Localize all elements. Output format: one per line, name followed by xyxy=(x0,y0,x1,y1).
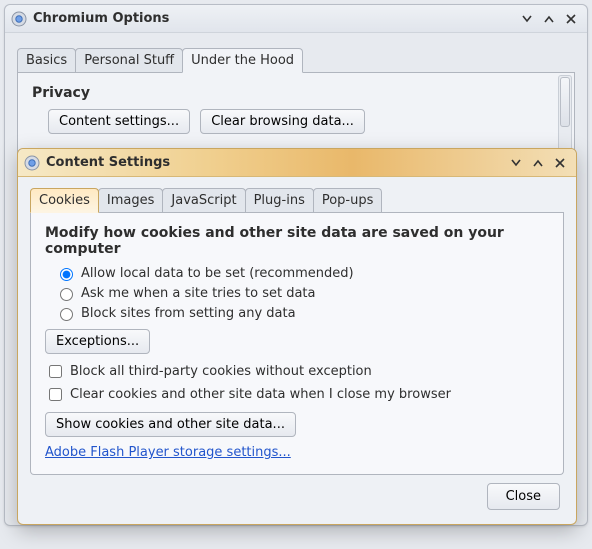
minimize-button[interactable] xyxy=(517,9,537,29)
chromium-icon xyxy=(11,11,27,27)
content-settings-tabbar: Cookies Images JavaScript Plug-ins Pop-u… xyxy=(30,187,564,213)
dialog-close-button[interactable] xyxy=(550,153,570,173)
radio-allow-local-data[interactable] xyxy=(60,268,73,281)
checkbox-block-third-party-label[interactable]: Block all third-party cookies without ex… xyxy=(70,364,372,379)
tab-images[interactable]: Images xyxy=(98,188,164,212)
maximize-button[interactable] xyxy=(539,9,559,29)
checkbox-clear-on-close[interactable] xyxy=(49,388,62,401)
checkbox-clear-on-close-label[interactable]: Clear cookies and other site data when I… xyxy=(70,387,451,402)
cookies-tab-content: Modify how cookies and other site data a… xyxy=(30,213,564,475)
content-settings-body: Cookies Images JavaScript Plug-ins Pop-u… xyxy=(18,177,576,524)
tab-under-the-hood[interactable]: Under the Hood xyxy=(182,48,303,73)
flash-storage-settings-link[interactable]: Adobe Flash Player storage settings... xyxy=(45,445,291,460)
radio-ask-me-label[interactable]: Ask me when a site tries to set data xyxy=(81,286,316,301)
dialog-close-action-button[interactable]: Close xyxy=(487,483,560,510)
radio-allow-local-data-label[interactable]: Allow local data to be set (recommended) xyxy=(81,266,354,281)
radio-block-sites-label[interactable]: Block sites from setting any data xyxy=(81,306,296,321)
tab-plugins[interactable]: Plug-ins xyxy=(245,188,314,212)
tab-cookies[interactable]: Cookies xyxy=(30,188,99,213)
dialog-footer: Close xyxy=(30,475,564,512)
chromium-options-titlebar: Chromium Options xyxy=(5,5,587,33)
exceptions-button[interactable]: Exceptions... xyxy=(45,329,150,354)
tab-personal-stuff[interactable]: Personal Stuff xyxy=(75,48,183,72)
checkbox-block-third-party[interactable] xyxy=(49,365,62,378)
close-button[interactable] xyxy=(561,9,581,29)
content-settings-title: Content Settings xyxy=(46,155,170,170)
radio-block-sites[interactable] xyxy=(60,308,73,321)
dialog-maximize-button[interactable] xyxy=(528,153,548,173)
chromium-options-title: Chromium Options xyxy=(33,11,169,26)
content-settings-button[interactable]: Content settings... xyxy=(48,109,190,134)
options-tabbar: Basics Personal Stuff Under the Hood xyxy=(17,47,575,73)
chromium-icon xyxy=(24,155,40,171)
cookies-heading: Modify how cookies and other site data a… xyxy=(45,225,549,257)
tab-popups[interactable]: Pop-ups xyxy=(313,188,383,212)
radio-ask-me[interactable] xyxy=(60,288,73,301)
dialog-minimize-button[interactable] xyxy=(506,153,526,173)
show-cookies-button[interactable]: Show cookies and other site data... xyxy=(45,412,296,437)
tab-javascript[interactable]: JavaScript xyxy=(162,188,245,212)
content-settings-titlebar: Content Settings xyxy=(18,149,576,177)
tab-basics[interactable]: Basics xyxy=(17,48,76,72)
privacy-section-title: Privacy xyxy=(30,83,562,109)
options-scrollbar-thumb[interactable] xyxy=(560,77,570,127)
content-settings-dialog: Content Settings Cookies Images JavaScri… xyxy=(17,148,577,525)
clear-browsing-data-button[interactable]: Clear browsing data... xyxy=(200,109,365,134)
